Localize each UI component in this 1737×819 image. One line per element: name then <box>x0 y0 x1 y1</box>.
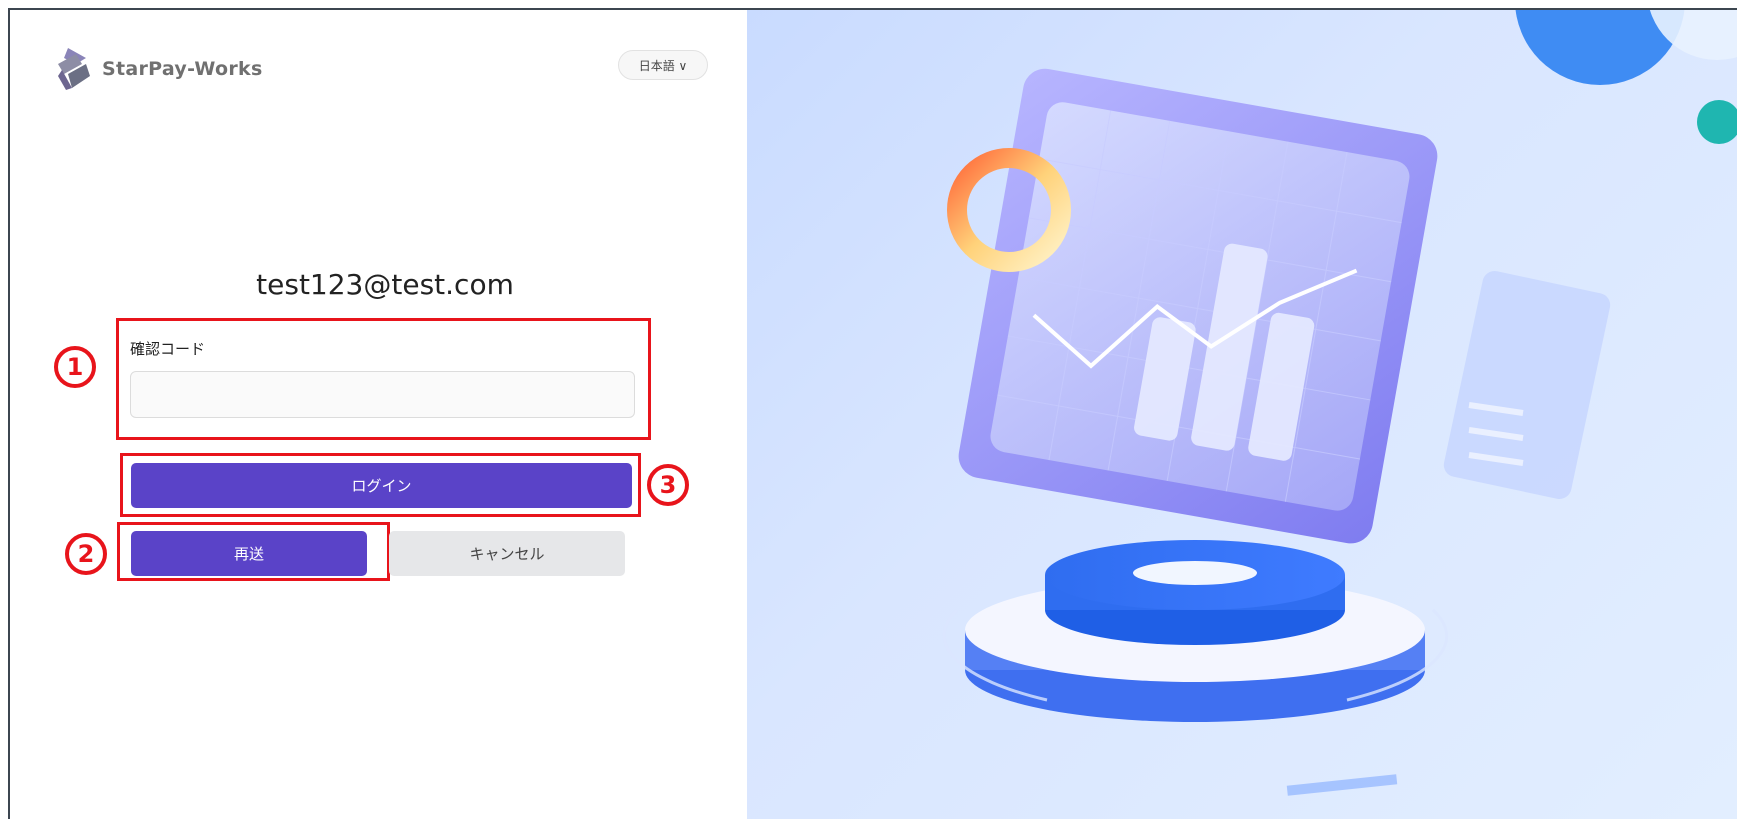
brand-logo: StarPay-Works <box>54 44 263 94</box>
verification-code-label: 確認コード <box>130 340 206 358</box>
annotation-number-2: 2 <box>65 533 107 575</box>
annotation-number-1: 1 <box>54 346 96 388</box>
cancel-button[interactable]: キャンセル <box>389 531 625 576</box>
account-email: test123@test.com <box>256 268 514 301</box>
brand-name: StarPay-Works <box>102 58 263 80</box>
brand-logo-icon <box>58 48 90 90</box>
page-frame: StarPay-Works 日本語 ∨ test123@test.com 1 確… <box>8 8 1737 819</box>
annotation-number-3: 3 <box>647 464 689 506</box>
verification-code-input[interactable] <box>130 371 635 418</box>
hero-illustration <box>747 10 1737 819</box>
resend-button[interactable]: 再送 <box>131 531 367 576</box>
language-switch-button[interactable]: 日本語 ∨ <box>618 50 708 80</box>
login-button[interactable]: ログイン <box>131 463 632 508</box>
login-panel: StarPay-Works 日本語 ∨ test123@test.com 1 確… <box>10 10 747 819</box>
dashboard-illustration <box>942 10 1737 796</box>
